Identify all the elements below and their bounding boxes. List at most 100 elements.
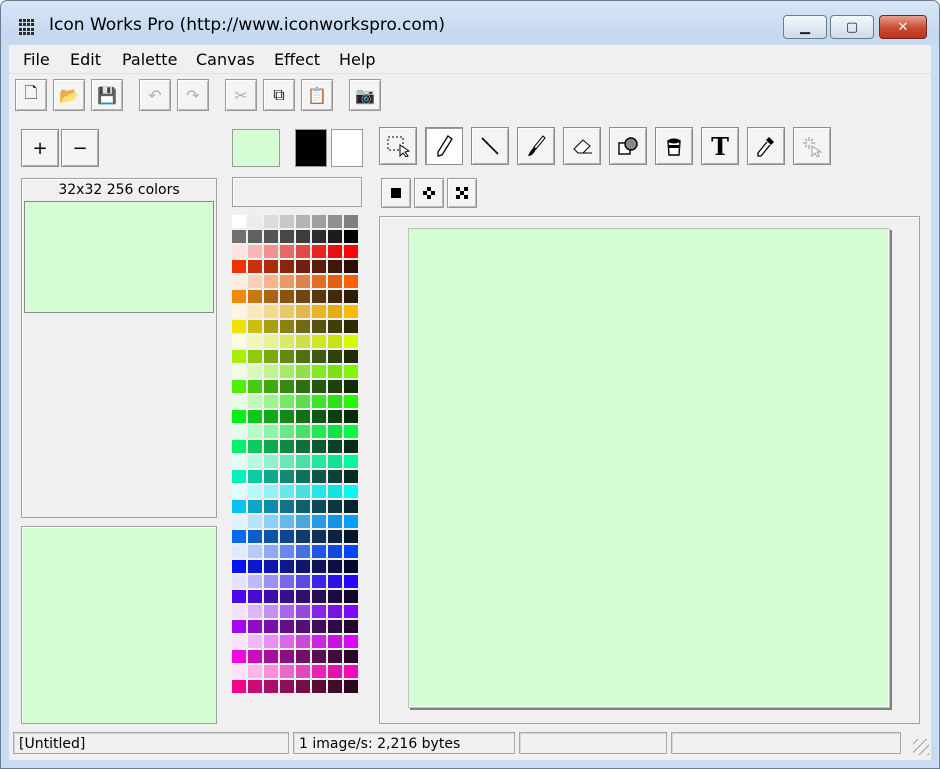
palette-swatch[interactable] [296,665,310,678]
palette-swatch[interactable] [232,380,246,393]
palette-swatch[interactable] [296,380,310,393]
brush-size-plus[interactable] [414,178,444,208]
palette-swatch[interactable] [232,260,246,273]
palette-swatch[interactable] [296,545,310,558]
palette-swatch[interactable] [248,215,262,228]
palette-swatch[interactable] [232,545,246,558]
title-bar[interactable]: Icon Works Pro (http://www.iconworkspro.… [1,1,939,45]
tool-shapes[interactable] [609,127,647,165]
palette-swatch[interactable] [280,680,294,693]
palette-swatch[interactable] [264,320,278,333]
palette-swatch[interactable] [264,575,278,588]
palette-swatch[interactable] [232,515,246,528]
palette-swatch[interactable] [328,455,342,468]
palette-swatch[interactable] [248,230,262,243]
palette-swatch[interactable] [344,500,358,513]
palette-swatch[interactable] [312,365,326,378]
palette-swatch[interactable] [264,470,278,483]
palette-swatch[interactable] [344,410,358,423]
palette-swatch[interactable] [344,530,358,543]
palette-swatch[interactable] [280,395,294,408]
palette-swatch[interactable] [264,425,278,438]
palette-swatch[interactable] [232,665,246,678]
palette-swatch[interactable] [312,605,326,618]
palette-swatch[interactable] [264,275,278,288]
palette-swatch[interactable] [344,395,358,408]
palette-swatch[interactable] [232,215,246,228]
palette-swatch[interactable] [312,620,326,633]
redo-button[interactable]: ↷ [177,79,209,111]
tool-eyedropper[interactable] [747,127,785,165]
palette-swatch[interactable] [280,485,294,498]
palette-swatch[interactable] [280,545,294,558]
palette-swatch[interactable] [280,530,294,543]
palette-swatch[interactable] [312,260,326,273]
palette-swatch[interactable] [232,230,246,243]
palette-swatch[interactable] [280,575,294,588]
palette-swatch[interactable] [232,395,246,408]
palette-swatch[interactable] [344,650,358,663]
palette-swatch[interactable] [312,530,326,543]
app-grid-icon[interactable] [19,19,35,35]
palette-swatch[interactable] [344,620,358,633]
menu-file[interactable]: File [23,50,50,69]
palette-swatch[interactable] [344,230,358,243]
tool-eraser[interactable] [563,127,601,165]
save-button[interactable]: 💾 [91,79,123,111]
palette-swatch[interactable] [312,275,326,288]
palette-swatch[interactable] [328,545,342,558]
palette-swatch[interactable] [296,590,310,603]
palette-swatch[interactable] [296,290,310,303]
palette-swatch[interactable] [280,275,294,288]
palette-swatch[interactable] [248,605,262,618]
palette-swatch[interactable] [344,365,358,378]
tool-pencil[interactable] [425,127,463,165]
palette-swatch[interactable] [248,530,262,543]
palette-swatch[interactable] [312,290,326,303]
palette-swatch[interactable] [248,275,262,288]
palette-swatch[interactable] [328,530,342,543]
palette-swatch[interactable] [344,560,358,573]
palette-swatch[interactable] [248,440,262,453]
palette-swatch[interactable] [248,665,262,678]
palette-swatch[interactable] [344,335,358,348]
palette-swatch[interactable] [248,290,262,303]
palette-swatch[interactable] [296,320,310,333]
palette-swatch[interactable] [232,410,246,423]
palette-swatch[interactable] [328,365,342,378]
palette-swatch[interactable] [312,575,326,588]
menu-effect[interactable]: Effect [274,50,320,69]
palette-swatch[interactable] [232,335,246,348]
palette-swatch[interactable] [328,245,342,258]
palette-swatch[interactable] [328,635,342,648]
palette-swatch[interactable] [312,350,326,363]
palette-swatch[interactable] [344,470,358,483]
palette-swatch[interactable] [344,485,358,498]
palette-swatch[interactable] [312,440,326,453]
palette-swatch[interactable] [344,320,358,333]
palette-swatch[interactable] [328,395,342,408]
palette-swatch[interactable] [312,425,326,438]
cut-button[interactable]: ✂ [225,79,257,111]
palette-swatch[interactable] [264,680,278,693]
palette-swatch[interactable] [264,635,278,648]
copy-button[interactable]: ⧉ [263,79,295,111]
palette-swatch[interactable] [264,440,278,453]
palette-swatch[interactable] [264,620,278,633]
palette-swatch[interactable] [280,305,294,318]
palette-swatch[interactable] [344,680,358,693]
palette-swatch[interactable] [248,335,262,348]
palette-swatch[interactable] [296,275,310,288]
palette-swatch[interactable] [248,680,262,693]
palette-swatch[interactable] [312,635,326,648]
menu-palette[interactable]: Palette [122,50,177,69]
palette-swatch[interactable] [232,290,246,303]
palette-swatch[interactable] [248,575,262,588]
palette-swatch[interactable] [232,455,246,468]
palette-swatch[interactable] [312,590,326,603]
palette-swatch[interactable] [312,215,326,228]
palette-swatch[interactable] [264,395,278,408]
palette-swatch[interactable] [280,635,294,648]
palette-swatch[interactable] [328,290,342,303]
palette-swatch[interactable] [248,590,262,603]
